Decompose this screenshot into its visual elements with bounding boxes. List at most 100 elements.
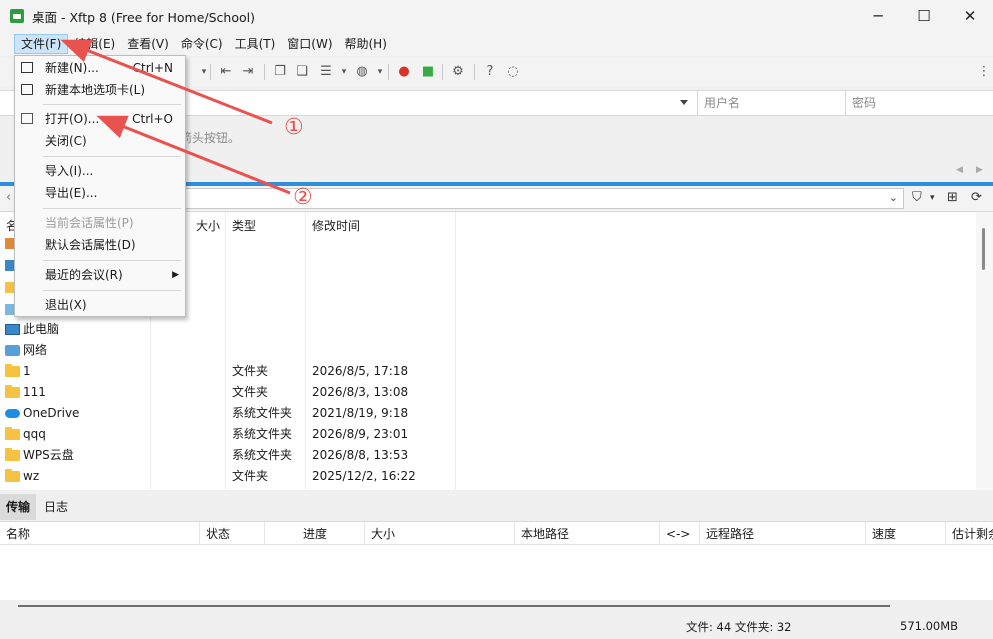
chevron-down-icon[interactable]: ▾ [336, 64, 352, 80]
bookmark-icon[interactable]: ⛉ [912, 190, 922, 205]
close-button[interactable]: ✕ [947, 0, 993, 32]
transfer-list [0, 545, 993, 600]
tab-prev-icon[interactable]: ◀ [956, 165, 963, 175]
menu-item-export[interactable]: 导出(E)... [15, 182, 185, 204]
vertical-scrollbar[interactable] [976, 212, 993, 490]
menu-item-label: 新建本地选项卡(L) [45, 83, 146, 97]
menu-item-new[interactable]: 新建(N)... Ctrl+N [15, 57, 185, 79]
file-mtime: 2026/8/5, 17:18 [312, 364, 409, 378]
paste-icon[interactable]: ❏ [294, 64, 310, 80]
help-icon[interactable]: ? [482, 64, 498, 80]
onedrive-icon [5, 409, 20, 418]
password-field[interactable]: 密码 [845, 91, 993, 115]
menu-item-new-local-tab[interactable]: 新建本地选项卡(L) [15, 79, 185, 101]
network-icon [5, 345, 20, 356]
file-name: WPS云盘 [23, 448, 74, 462]
menu-help[interactable]: 帮助(H) [339, 34, 393, 54]
file-row[interactable]: 111 文件夹 2026/8/3, 13:08 [0, 382, 976, 403]
column-size[interactable]: 大小 [196, 217, 220, 234]
folder-icon [5, 469, 20, 482]
menu-item-open[interactable]: 打开(O)... Ctrl+O [15, 108, 185, 130]
menu-separator [43, 208, 181, 209]
toolbar-divider [442, 64, 443, 80]
tab-log[interactable]: 日志 [38, 494, 74, 520]
transfer-col-eta[interactable]: 估计剩余 [946, 522, 993, 546]
folder-icon [5, 385, 20, 398]
menu-separator [43, 290, 181, 291]
menu-separator [43, 104, 181, 105]
folder-icon [5, 448, 20, 461]
menu-view[interactable]: 查看(V) [121, 34, 175, 54]
file-row[interactable]: wz 文件夹 2025/12/2, 16:22 [0, 466, 976, 487]
menu-item-shortcut: Ctrl+N [132, 61, 173, 75]
toolbar-divider [474, 64, 475, 80]
file-mtime: 2021/8/19, 9:18 [312, 406, 409, 420]
file-mtime: 2026/8/9, 23:01 [312, 427, 409, 441]
chat-icon[interactable]: ◌ [505, 64, 521, 80]
file-row[interactable]: OneDrive 系统文件夹 2021/8/19, 9:18 [0, 403, 976, 424]
username-field[interactable]: 用户名 [697, 91, 845, 115]
transfer-left-icon[interactable]: ⇤ [218, 64, 234, 80]
more-options-icon[interactable]: ⋮ [976, 64, 992, 80]
transfer-col-status[interactable]: 状态 [200, 522, 265, 546]
menu-window[interactable]: 窗口(W) [281, 34, 338, 54]
file-name: 111 [23, 385, 46, 399]
file-row[interactable]: 网络 [0, 340, 976, 361]
horizontal-scrollbar[interactable] [18, 605, 890, 607]
menu-command[interactable]: 命令(C) [175, 34, 229, 54]
window-controls: ─ ☐ ✕ [855, 0, 993, 32]
copy-icon[interactable]: ❐ [272, 64, 288, 80]
file-name: qqq [23, 427, 46, 441]
menu-file[interactable]: 文件(F) [14, 34, 69, 54]
scrollbar-thumb[interactable] [982, 228, 985, 270]
submenu-arrow-icon: ▶ [172, 270, 179, 280]
chevron-down-icon[interactable]: ⌄ [889, 191, 898, 204]
menu-edit[interactable]: 编辑(E) [68, 34, 121, 54]
file-row[interactable]: WPS云盘 系统文件夹 2026/8/8, 13:53 [0, 445, 976, 466]
file-row[interactable]: 此电脑 [0, 319, 976, 340]
menu-item-shortcut: Ctrl+O [132, 112, 173, 126]
transfer-col-local-path[interactable]: 本地路径 [515, 522, 660, 546]
tab-next-icon[interactable]: ▶ [976, 165, 983, 175]
menu-item-recent[interactable]: 最近的会议(R) ▶ [15, 264, 185, 286]
menu-item-exit[interactable]: 退出(X) [15, 294, 185, 316]
globe-icon[interactable]: ◍ [354, 64, 370, 80]
file-type: 文件夹 [232, 364, 269, 378]
transfer-right-icon[interactable]: ⇥ [240, 64, 256, 80]
file-row[interactable]: qqq 系统文件夹 2026/8/9, 23:01 [0, 424, 976, 445]
menu-item-label: 退出(X) [45, 298, 87, 312]
menu-item-close[interactable]: 关闭(C) [15, 130, 185, 152]
transfer-col-name[interactable]: 名称 [0, 522, 200, 546]
toolbar-divider [264, 64, 265, 80]
transfer-col-direction[interactable]: <-> [660, 522, 700, 546]
tab-transfer[interactable]: 传输 [0, 494, 37, 520]
list-view-icon[interactable]: ☰ [318, 64, 334, 80]
path-input[interactable]: ⌄ [170, 188, 904, 209]
gear-icon[interactable]: ⚙ [450, 64, 466, 80]
xshell-icon[interactable]: ● [396, 64, 412, 80]
menu-tools[interactable]: 工具(T) [229, 34, 282, 54]
column-type[interactable]: 类型 [232, 217, 256, 234]
host-dropdown-arrow[interactable] [680, 100, 688, 105]
menu-item-label: 导入(I)... [45, 164, 94, 178]
refresh-icon[interactable]: ⟳ [971, 190, 982, 205]
minimize-button[interactable]: ─ [855, 0, 901, 32]
new-folder-icon[interactable]: ⊞ [947, 190, 958, 205]
back-icon[interactable]: ‹ [6, 190, 11, 205]
file-row[interactable]: 1 文件夹 2026/8/5, 17:18 [0, 361, 976, 382]
transfer-header: 名称 状态 进度 大小 本地路径 <-> 远程路径 速度 估计剩余 [0, 521, 993, 546]
menu-item-import[interactable]: 导入(I)... [15, 160, 185, 182]
file-name: 网络 [23, 343, 48, 357]
column-mtime[interactable]: 修改时间 [312, 217, 360, 234]
maximize-button[interactable]: ☐ [901, 0, 947, 32]
menu-item-default-session-props[interactable]: 默认会话属性(D) [15, 234, 185, 256]
chevron-down-icon[interactable]: ▾ [372, 64, 388, 80]
transfer-col-remote-path[interactable]: 远程路径 [700, 522, 866, 546]
file-name: wz [23, 469, 40, 483]
transfer-col-size[interactable]: 大小 [365, 522, 515, 546]
chevron-down-icon[interactable]: ▾ [930, 193, 935, 203]
transfer-col-progress[interactable]: 进度 [265, 522, 365, 546]
xftp-icon[interactable]: ■ [420, 64, 436, 80]
transfer-col-speed[interactable]: 速度 [866, 522, 946, 546]
menu-item-label: 关闭(C) [45, 134, 87, 148]
